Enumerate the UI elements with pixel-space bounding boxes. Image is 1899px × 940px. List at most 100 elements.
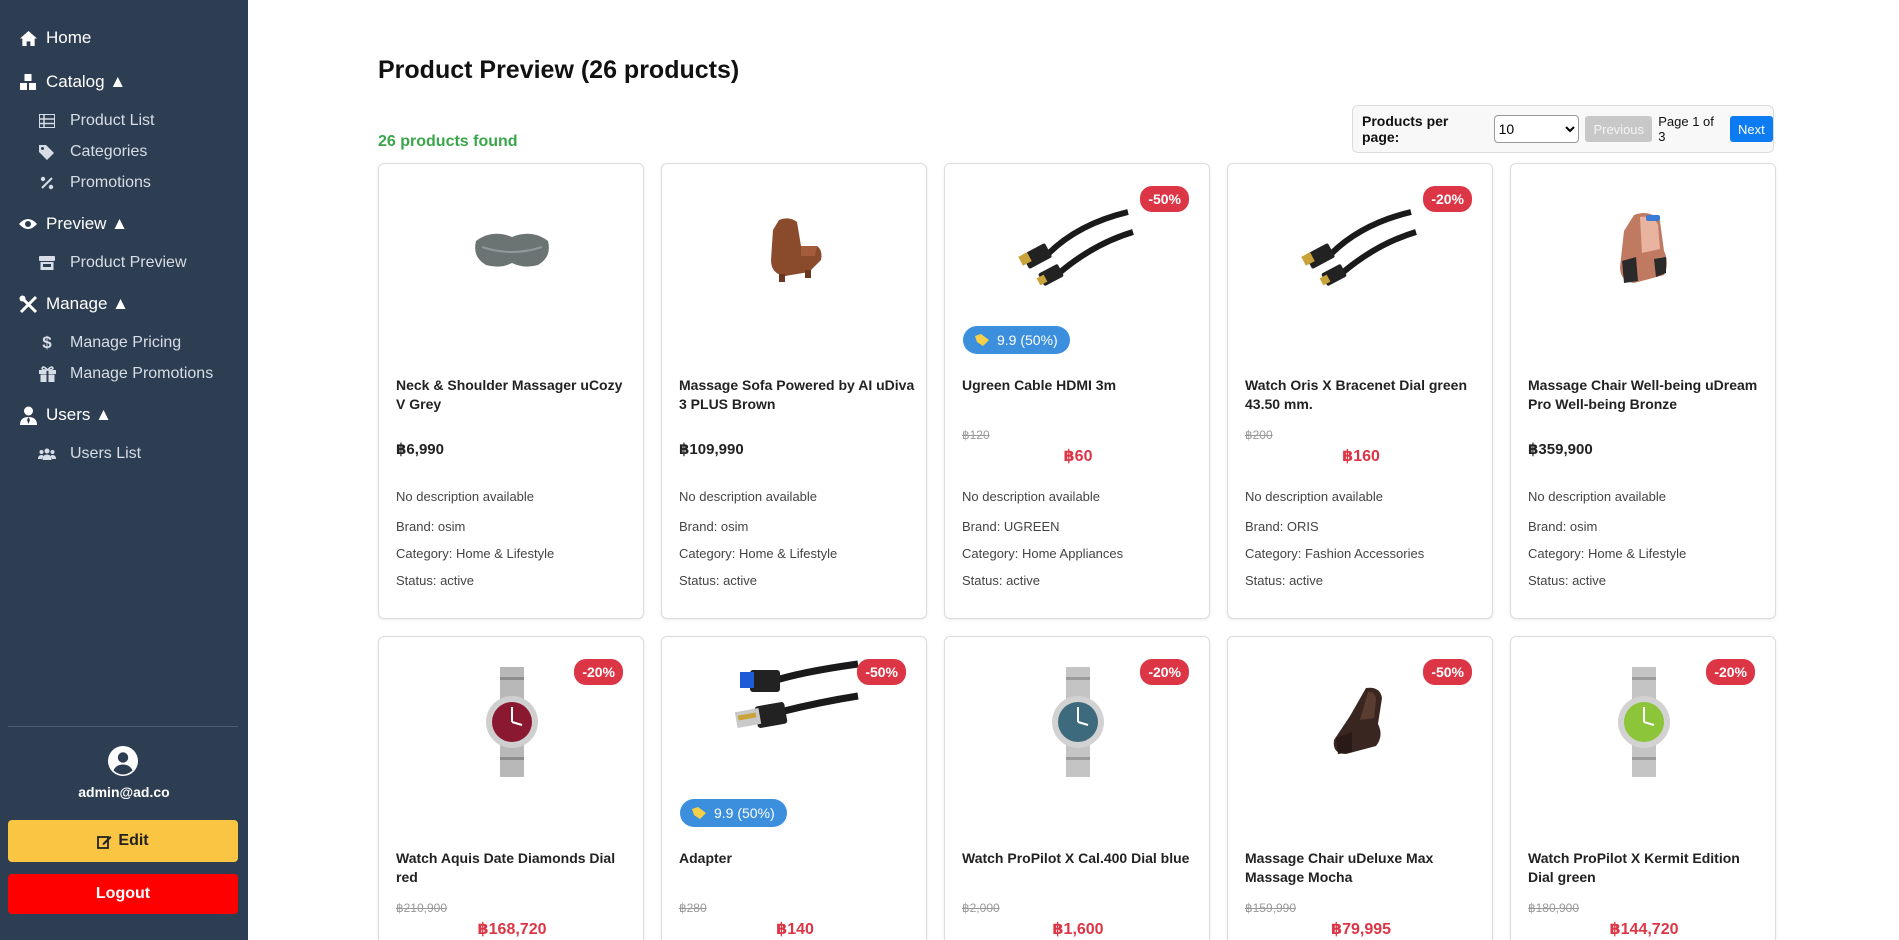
product-card[interactable]: Massage Sofa Powered by AI uDiva 3 PLUS … <box>661 163 927 619</box>
product-brand: Brand: UGREEN <box>962 519 1060 534</box>
product-status: Status: active <box>1245 573 1324 588</box>
product-sale-price: ฿1,600 <box>1052 921 1104 938</box>
product-card[interactable]: -20% Watch Oris X Bracenet Dial green 43… <box>1227 163 1493 619</box>
product-sale-price: ฿160 <box>1342 448 1380 465</box>
product-card[interactable]: Neck & Shoulder Massager uCozy V Grey ฿6… <box>378 163 644 619</box>
product-sale-price: ฿140 <box>776 921 814 938</box>
sidebar-item-categories-label: Categories <box>70 143 148 160</box>
product-original-price: ฿210,900 <box>396 901 448 915</box>
product-description: No description available <box>396 489 535 504</box>
next-button[interactable]: Next <box>1729 116 1773 142</box>
product-original-price: ฿159,990 <box>1245 901 1297 915</box>
product-original-price: ฿200 <box>1245 428 1273 442</box>
discount-badge: -50% <box>1140 186 1189 212</box>
product-category: Category: Fashion Accessories <box>1245 546 1425 561</box>
product-original-price: ฿180,900 <box>1528 901 1580 915</box>
sidebar-item-manage-promotions-label: Manage Promotions <box>70 365 214 382</box>
nav-users[interactable]: Users ▲ <box>18 405 112 425</box>
sidebar-item-manage-pricing-label: Manage Pricing <box>70 334 182 351</box>
sidebar-item-promotions-label: Promotions <box>70 174 151 191</box>
sidebar-item-categories[interactable]: Categories <box>38 143 147 161</box>
discount-badge: -50% <box>1423 659 1472 685</box>
user-circle-icon <box>108 746 138 776</box>
product-status: Status: active <box>679 573 758 588</box>
dollar-icon: $ <box>42 333 52 352</box>
product-sale-price: ฿60 <box>1063 448 1093 465</box>
product-card[interactable]: -20% Watch ProPilot X Kermit Edition Dia… <box>1510 636 1776 940</box>
product-card[interactable]: -20% Watch ProPilot X Cal.400 Dial blue … <box>944 636 1210 940</box>
tools-icon <box>18 294 38 314</box>
promotion-tag: 9.9 (50%) <box>680 799 787 827</box>
product-sale-price: ฿79,995 <box>1330 921 1392 938</box>
table-list-icon <box>38 112 56 130</box>
promotion-tag-label: 9.9 (50%) <box>997 332 1058 348</box>
sidebar-divider <box>8 726 238 727</box>
product-category: Category: Home & Lifestyle <box>1528 546 1687 561</box>
product-card[interactable]: -50% 9.9 (50%) Adapter ฿280 ฿140 <box>661 636 927 940</box>
product-image-neck-massager <box>379 164 643 334</box>
discount-badge: -20% <box>1140 659 1189 685</box>
product-price: ฿109,990 <box>679 441 744 458</box>
product-name: Massage Chair Well-being uDream Pro Well… <box>1528 377 1758 412</box>
nav-home-label: Home <box>46 28 92 47</box>
product-name: Ugreen Cable HDMI 3m <box>962 377 1117 393</box>
logout-button[interactable]: Logout <box>8 874 238 914</box>
edit-icon <box>97 835 112 849</box>
sidebar-item-product-preview[interactable]: Product Preview <box>38 254 187 272</box>
sidebar-item-promotions[interactable]: Promotions <box>38 174 151 192</box>
home-icon <box>18 28 38 48</box>
product-original-price: ฿280 <box>679 901 707 915</box>
nav-home[interactable]: Home <box>18 28 91 48</box>
product-name: Adapter <box>679 850 732 866</box>
per-page-label: Products per page: <box>1362 113 1449 145</box>
sidebar-item-users-list[interactable]: Users List <box>38 445 141 463</box>
sidebar-item-product-list-label: Product List <box>70 112 155 129</box>
tag-icon <box>692 807 706 819</box>
product-brand: Brand: osim <box>679 519 749 534</box>
product-original-price: ฿2,000 <box>962 901 1000 915</box>
product-category: Category: Home & Lifestyle <box>396 546 555 561</box>
product-category: Category: Home & Lifestyle <box>679 546 838 561</box>
product-card[interactable]: -50% 9.9 (50%) Ugreen Cable HDMI 3m ฿120… <box>944 163 1210 619</box>
nav-manage[interactable]: Manage ▲ <box>18 294 129 314</box>
discount-badge: -20% <box>574 659 623 685</box>
product-status: Status: active <box>396 573 475 588</box>
gift-icon <box>38 365 56 383</box>
pagination-bar: Products per page: 10 Previous Page 1 of… <box>1352 105 1774 153</box>
nav-catalog[interactable]: Catalog ▲ <box>18 72 126 92</box>
previous-button[interactable]: Previous <box>1585 116 1653 142</box>
product-description: No description available <box>1245 489 1384 504</box>
discount-badge: -20% <box>1706 659 1755 685</box>
product-original-price: ฿120 <box>962 428 990 442</box>
products-found-count: 26 products found <box>378 133 518 150</box>
logout-button-label: Logout <box>95 885 151 902</box>
product-image-massage-chair-bronze <box>1511 164 1775 334</box>
product-sale-price: ฿168,720 <box>477 921 547 938</box>
nav-preview[interactable]: Preview ▲ <box>18 214 128 234</box>
product-name: Massage Chair uDeluxe Max Massage Mocha <box>1245 850 1434 885</box>
product-brand: Brand: osim <box>1528 519 1598 534</box>
page-title: Product Preview (26 products) <box>378 56 740 84</box>
nav-catalog-label: Catalog ▲ <box>46 72 127 91</box>
product-card[interactable]: Massage Chair Well-being uDream Pro Well… <box>1510 163 1776 619</box>
product-status: Status: active <box>1528 573 1607 588</box>
product-image-usb-adapter <box>662 637 926 777</box>
product-card[interactable]: -20% Watch Aquis Date Diamonds Dial red … <box>378 636 644 940</box>
product-brand: Brand: ORIS <box>1245 519 1319 534</box>
product-name: Watch ProPilot X Kermit Edition Dial gre… <box>1528 850 1740 885</box>
product-description: No description available <box>962 489 1101 504</box>
sidebar-item-product-list[interactable]: Product List <box>38 112 154 130</box>
per-page-select[interactable]: 10 <box>1493 115 1580 143</box>
product-sale-price: ฿144,720 <box>1609 921 1679 938</box>
percent-icon <box>38 174 56 192</box>
product-card[interactable]: -50% Massage Chair uDeluxe Max Massage M… <box>1227 636 1493 940</box>
nav-preview-label: Preview ▲ <box>46 214 129 233</box>
edit-button[interactable]: Edit <box>8 820 238 862</box>
sidebar-item-manage-promotions[interactable]: Manage Promotions <box>38 365 213 383</box>
sidebar-item-manage-pricing[interactable]: $ Manage Pricing <box>38 333 182 352</box>
sidebar-item-users-list-label: Users List <box>70 445 142 462</box>
boxes-icon <box>18 72 38 92</box>
user-email: admin@ad.co <box>78 784 170 800</box>
nav-manage-label: Manage ▲ <box>46 294 129 313</box>
product-status: Status: active <box>962 573 1041 588</box>
